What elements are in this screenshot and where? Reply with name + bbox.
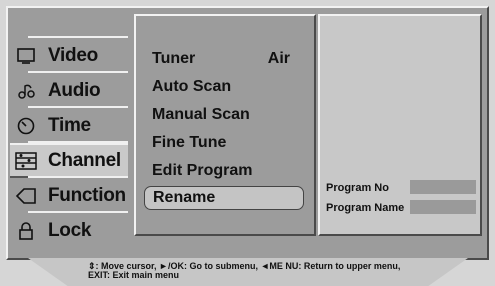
lock-icon — [14, 219, 38, 243]
main-menu: Video Audio Time Channel Function Lock — [10, 36, 128, 248]
menu-item-label: Video — [48, 44, 98, 66]
help-line-2: EXIT: Exit main menu — [88, 270, 180, 280]
music-note-icon — [14, 79, 38, 103]
menu-item-label: Time — [48, 114, 91, 136]
channel-list-icon — [14, 149, 38, 173]
program-no-label: Program No — [326, 182, 389, 194]
menu-item-function[interactable]: Function — [10, 178, 128, 213]
menu-item-label: Channel — [48, 149, 121, 171]
clock-icon — [14, 114, 38, 138]
menu-item-channel[interactable]: Channel — [10, 143, 128, 178]
menu-item-audio[interactable]: Audio — [10, 73, 128, 108]
program-name-label: Program Name — [326, 202, 405, 214]
menu-item-label: Lock — [48, 219, 92, 241]
program-name-field[interactable] — [410, 200, 476, 214]
channel-submenu: Tuner Air Auto Scan Manual Scan Fine Tun… — [134, 14, 316, 236]
menu-item-label: Function — [48, 184, 126, 206]
submenu-item-auto-scan[interactable]: Auto Scan — [152, 74, 231, 100]
submenu-item-rename[interactable]: Rename — [144, 186, 304, 210]
menu-item-label: Audio — [48, 79, 101, 101]
program-no-field — [410, 180, 476, 194]
menu-item-lock[interactable]: Lock — [10, 213, 128, 248]
tuner-value: Air — [267, 50, 290, 67]
submenu-item-edit-program[interactable]: Edit Program — [152, 158, 252, 184]
tag-icon — [14, 184, 38, 208]
menu-item-video[interactable]: Video — [10, 38, 128, 73]
program-info-panel: Program No Program Name — [318, 14, 482, 236]
help-text: ⇕: Move cursor, ►/OK: Go to submenu, ◄ME… — [88, 262, 468, 280]
menu-item-time[interactable]: Time — [10, 108, 128, 143]
submenu-item-manual-scan[interactable]: Manual Scan — [152, 102, 250, 128]
submenu-item-fine-tune[interactable]: Fine Tune — [152, 130, 226, 156]
tv-icon — [14, 44, 38, 68]
submenu-item-tuner[interactable]: Tuner — [152, 46, 195, 72]
